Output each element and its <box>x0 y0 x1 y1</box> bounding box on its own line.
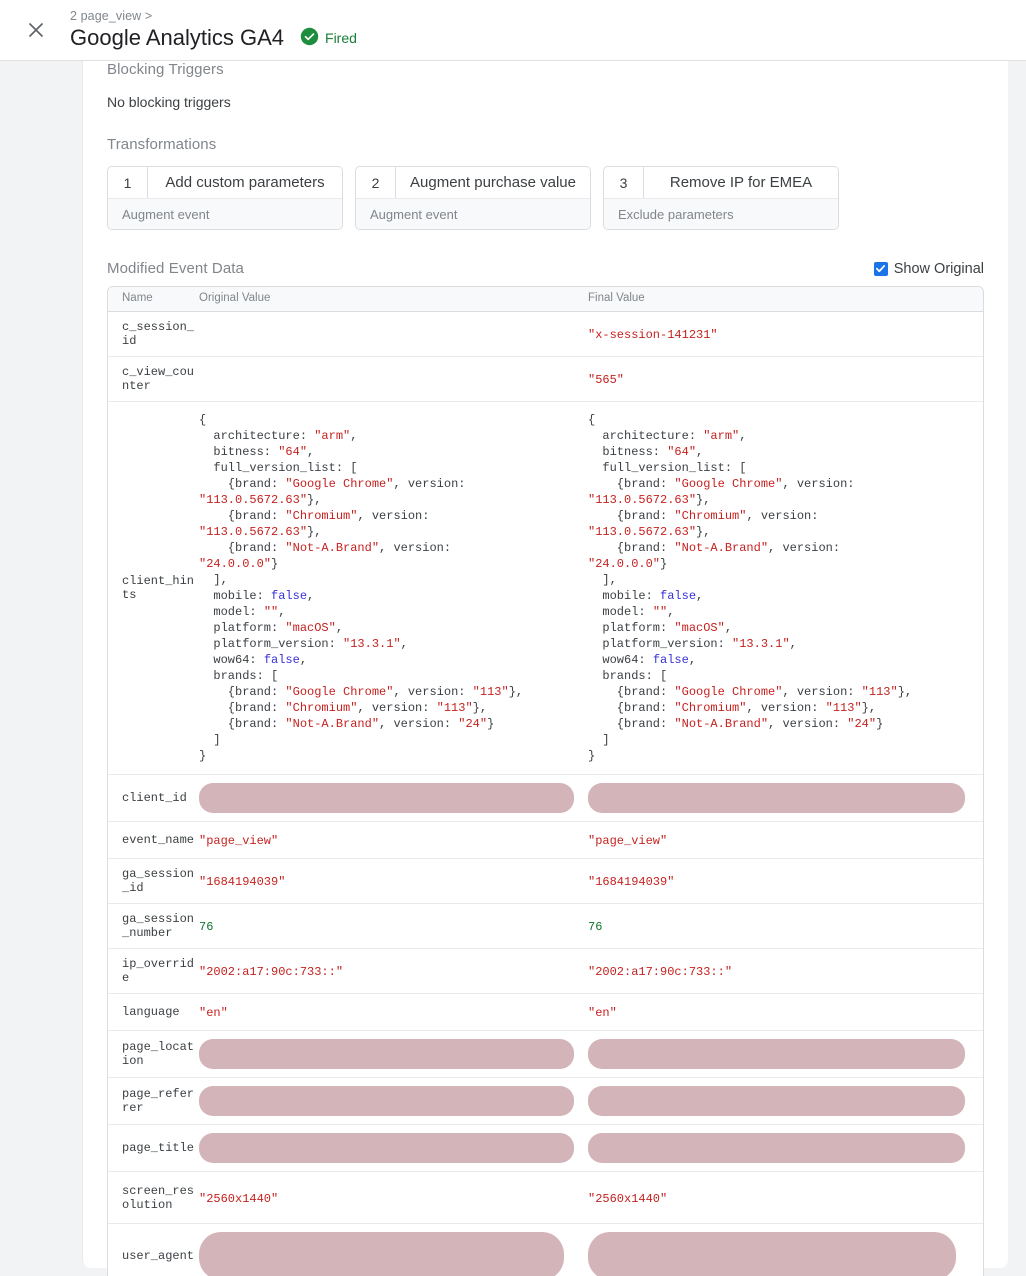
transformation-type: Exclude parameters <box>604 198 838 229</box>
table-row: c_view_counter "565" <box>108 357 983 402</box>
title-block: 2 page_view > Google Analytics GA4 Fired <box>70 10 357 50</box>
param-name: ip_override <box>122 957 194 985</box>
left-rail <box>0 61 82 1276</box>
original-value: "page_view" <box>199 834 278 848</box>
show-original-toggle[interactable]: Show Original <box>874 261 984 277</box>
column-header-original: Original Value <box>199 287 588 311</box>
final-value: 76 <box>588 920 602 934</box>
redacted-value <box>588 783 965 813</box>
param-name: user_agent <box>122 1249 194 1263</box>
status-label: Fired <box>325 31 357 45</box>
redacted-value <box>588 1133 965 1163</box>
column-header-final: Final Value <box>588 287 983 311</box>
blocking-triggers-label: Blocking Triggers <box>107 61 984 78</box>
param-name: c_session_id <box>122 320 194 348</box>
param-name: event_name <box>122 833 194 847</box>
redacted-value <box>199 1086 574 1116</box>
final-value: "2560x1440" <box>588 1192 667 1206</box>
original-value: "2560x1440" <box>199 1192 278 1206</box>
redacted-value <box>588 1086 965 1116</box>
transformations-list: 1 Add custom parameters Augment event 2 … <box>107 166 984 230</box>
dialog-header: 2 page_view > Google Analytics GA4 Fired <box>0 0 1026 61</box>
transformation-index: 1 <box>108 167 148 198</box>
close-icon[interactable] <box>12 6 60 54</box>
final-value: "565" <box>588 373 624 387</box>
transformation-name: Augment purchase value <box>396 167 590 198</box>
param-name: page_referrer <box>122 1087 194 1115</box>
table-row: language "en" "en" <box>108 994 983 1031</box>
redacted-value <box>199 1133 574 1163</box>
final-value: "1684194039" <box>588 875 674 889</box>
transformation-name: Add custom parameters <box>148 167 342 198</box>
table-row: page_title <box>108 1125 983 1172</box>
blocking-triggers-value: No blocking triggers <box>107 94 984 110</box>
param-name: ga_session_number <box>122 912 194 940</box>
table-row: page_referrer <box>108 1078 983 1125</box>
redacted-value <box>199 1232 564 1276</box>
redacted-value <box>199 783 574 813</box>
check-circle-icon <box>300 27 319 50</box>
event-detail-screen: 2 page_view > Google Analytics GA4 Fired <box>0 0 1026 1276</box>
param-name: ga_session_id <box>122 867 194 895</box>
modified-event-data-header: Modified Event Data Show Original <box>107 260 984 277</box>
redacted-value <box>588 1039 965 1069</box>
transformations-label: Transformations <box>107 136 984 153</box>
table-row: ga_session_id "1684194039" "1684194039" <box>108 859 983 904</box>
param-name: client_hints <box>122 574 194 602</box>
original-value: "1684194039" <box>199 875 285 889</box>
page-title: Google Analytics GA4 <box>70 27 284 49</box>
redacted-value <box>588 1232 956 1276</box>
original-value: "2002:a17:90c:733::" <box>199 965 343 979</box>
checkbox-checked-icon[interactable] <box>874 262 888 276</box>
table-row: c_session_id "x-session-141231" <box>108 312 983 357</box>
final-value: "2002:a17:90c:733::" <box>588 965 732 979</box>
original-value: "en" <box>199 1006 228 1020</box>
table-row: ip_override "2002:a17:90c:733::" "2002:a… <box>108 949 983 994</box>
status-badge: Fired <box>300 27 357 50</box>
table-row: page_location <box>108 1031 983 1078</box>
original-value: 76 <box>199 920 213 934</box>
transformation-card[interactable]: 2 Augment purchase value Augment event <box>355 166 591 230</box>
param-name: c_view_counter <box>122 365 194 393</box>
transformation-type: Augment event <box>108 198 342 229</box>
transformation-card[interactable]: 1 Add custom parameters Augment event <box>107 166 343 230</box>
transformation-type: Augment event <box>356 198 590 229</box>
final-value: "page_view" <box>588 834 667 848</box>
final-value: "x-session-141231" <box>588 328 718 342</box>
final-value: "en" <box>588 1006 617 1020</box>
param-name: page_location <box>122 1040 194 1068</box>
param-name: screen_resolution <box>122 1184 194 1212</box>
table-row: client_hints { architecture: "arm", bitn… <box>108 402 983 775</box>
table-row: user_agent <box>108 1224 983 1276</box>
transformation-name: Remove IP for EMEA <box>644 167 838 198</box>
param-name: page_title <box>122 1141 194 1155</box>
breadcrumb[interactable]: 2 page_view > <box>70 10 357 23</box>
table-header-row: Name Original Value Final Value <box>108 287 983 312</box>
column-header-name: Name <box>108 287 199 311</box>
original-value-json: { architecture: "arm", bitness: "64", fu… <box>199 412 580 764</box>
modified-event-data-label: Modified Event Data <box>107 260 244 277</box>
table-row: event_name "page_view" "page_view" <box>108 822 983 859</box>
transformation-index: 3 <box>604 167 644 198</box>
modified-event-data-table: Name Original Value Final Value c_sessio… <box>107 286 984 1276</box>
param-name: language <box>122 1005 180 1019</box>
param-name: client_id <box>122 791 187 805</box>
table-row: screen_resolution "2560x1440" "2560x1440… <box>108 1172 983 1224</box>
final-value-json: { architecture: "arm", bitness: "64", fu… <box>588 412 973 764</box>
table-row: ga_session_number 76 76 <box>108 904 983 949</box>
content-panel: Blocking Triggers No blocking triggers T… <box>82 61 1008 1268</box>
show-original-label: Show Original <box>894 261 984 277</box>
transformation-index: 2 <box>356 167 396 198</box>
redacted-value <box>199 1039 574 1069</box>
table-row: client_id <box>108 775 983 822</box>
transformation-card[interactable]: 3 Remove IP for EMEA Exclude parameters <box>603 166 839 230</box>
